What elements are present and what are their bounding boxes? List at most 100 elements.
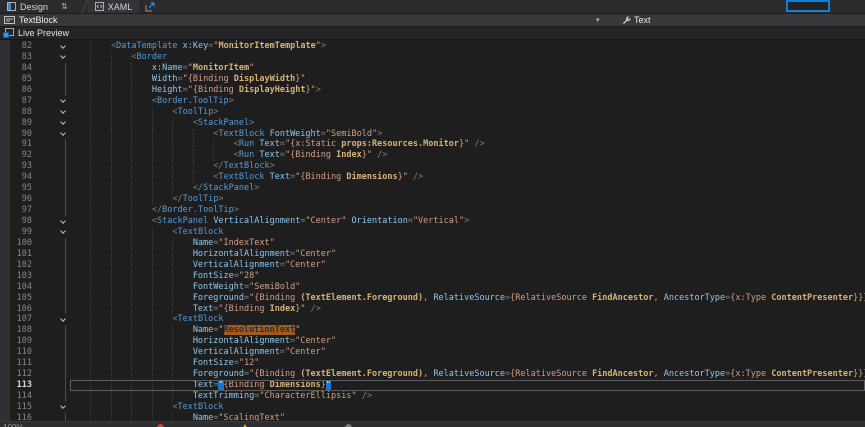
line-number[interactable]: 112 xyxy=(0,369,38,380)
code-text[interactable]: <Border xyxy=(70,52,865,63)
property-selector[interactable]: Text xyxy=(622,14,651,26)
line-number[interactable]: 105 xyxy=(0,293,38,304)
code-text[interactable]: <StackPanel> xyxy=(70,118,865,129)
code-line[interactable]: 92<Run Text="{Binding Index}" /> xyxy=(0,150,865,161)
code-text[interactable]: Name="ResolutionText" xyxy=(70,325,865,336)
code-line[interactable]: 82 <DataTemplate x:Key="MonitorItemTempla… xyxy=(0,41,865,52)
code-text[interactable]: <DataTemplate x:Key="MonitorItemTemplate… xyxy=(70,41,865,52)
fold-chevron-icon[interactable] xyxy=(60,97,66,103)
code-line[interactable]: 83 <Border xyxy=(0,52,865,63)
line-number[interactable]: 96 xyxy=(0,194,38,205)
code-text[interactable]: <Border.ToolTip> xyxy=(70,96,865,107)
line-number[interactable]: 85 xyxy=(0,74,38,85)
fold-chevron-icon[interactable] xyxy=(60,130,66,136)
fold-chevron-icon[interactable] xyxy=(60,43,66,49)
line-number[interactable]: 94 xyxy=(0,172,38,183)
code-line[interactable]: 87 <Border.ToolTip> xyxy=(0,96,865,107)
fold-chevron-icon[interactable] xyxy=(60,218,66,224)
code-text[interactable]: <TextBlock FontWeight="SemiBold"> xyxy=(70,129,865,140)
code-line[interactable]: 84 x:Name="MonitorItem" xyxy=(0,63,865,74)
code-line[interactable]: 105 Foreground="{Binding (TextElement.For… xyxy=(0,293,865,304)
line-number[interactable]: 108 xyxy=(0,325,38,336)
code-text[interactable]: </Border.ToolTip> xyxy=(70,205,865,216)
line-number[interactable]: 107 xyxy=(0,314,38,325)
code-text[interactable]: Width="{Binding DisplayWidth}" xyxy=(70,74,865,85)
line-number[interactable]: 87 xyxy=(0,96,38,107)
code-text[interactable]: FontSize="28" xyxy=(70,271,865,282)
xaml-code-editor[interactable]: 82 <DataTemplate x:Key="MonitorItemTempla… xyxy=(0,40,865,427)
code-line[interactable]: 113Text="{Binding Dimensions}" xyxy=(0,380,865,391)
swap-panes-icon[interactable]: ⇅ xyxy=(55,2,74,11)
code-line[interactable]: 89 <StackPanel> xyxy=(0,118,865,129)
code-text[interactable]: Name="IndexText" xyxy=(70,238,865,249)
code-text[interactable]: <TextBlock xyxy=(70,314,865,325)
code-text[interactable]: <TextBlock Text="{Binding Dimensions}" /… xyxy=(70,172,865,183)
line-number[interactable]: 82 xyxy=(0,41,38,52)
fold-chevron-icon[interactable] xyxy=(60,108,66,114)
line-number[interactable]: 95 xyxy=(0,183,38,194)
code-line[interactable]: 91<Run Text="{x:Static props:Resources.M… xyxy=(0,139,865,150)
line-number[interactable]: 101 xyxy=(0,249,38,260)
code-line[interactable]: 99<TextBlock xyxy=(0,227,865,238)
line-number[interactable]: 86 xyxy=(0,85,38,96)
code-line[interactable]: 102 VerticalAlignment="Center" xyxy=(0,260,865,271)
code-text[interactable]: </ToolTip> xyxy=(70,194,865,205)
code-line[interactable]: 109HorizontalAlignment="Center" xyxy=(0,336,865,347)
code-text[interactable]: Foreground="{Binding (TextElement.Foregr… xyxy=(70,369,865,380)
line-number[interactable]: 110 xyxy=(0,347,38,358)
line-number[interactable]: 104 xyxy=(0,282,38,293)
code-text[interactable]: <Run Text="{Binding Index}" /> xyxy=(70,150,865,161)
code-line[interactable]: 110VerticalAlignment="Center" xyxy=(0,347,865,358)
code-line[interactable]: 101 HorizontalAlignment="Center" xyxy=(0,249,865,260)
code-line[interactable]: 90<TextBlock FontWeight="SemiBold"> xyxy=(0,129,865,140)
line-number[interactable]: 88 xyxy=(0,107,38,118)
code-text[interactable]: Height="{Binding DisplayHeight}"> xyxy=(70,85,865,96)
code-text[interactable]: TextTrimming="CharacterEllipsis" /> xyxy=(70,391,865,402)
code-text[interactable]: Foreground="{Binding (TextElement.Foregr… xyxy=(70,293,865,304)
code-line[interactable]: 103 FontSize="28" xyxy=(0,271,865,282)
code-line[interactable]: 107 <TextBlock xyxy=(0,314,865,325)
code-line[interactable]: 86 Height="{Binding DisplayHeight}"> xyxy=(0,85,865,96)
code-text[interactable]: FontSize="12" xyxy=(70,358,865,369)
line-number[interactable]: 106 xyxy=(0,304,38,315)
code-text[interactable]: Text="{Binding Index}" /> xyxy=(70,304,865,315)
line-number[interactable]: 100 xyxy=(0,238,38,249)
fold-chevron-icon[interactable] xyxy=(60,316,66,322)
code-text[interactable]: <StackPanel VerticalAlignment="Center" O… xyxy=(70,216,865,227)
line-number[interactable]: 89 xyxy=(0,118,38,129)
fold-chevron-icon[interactable] xyxy=(60,119,66,125)
line-number[interactable]: 83 xyxy=(0,52,38,63)
code-line[interactable]: 106 Text="{Binding Index}" /> xyxy=(0,304,865,315)
line-number[interactable]: 99 xyxy=(0,227,38,238)
code-text[interactable]: HorizontalAlignment="Center" xyxy=(70,249,865,260)
code-line[interactable]: 94 <TextBlock Text="{Binding Dimensions}"… xyxy=(0,172,865,183)
fold-chevron-icon[interactable] xyxy=(60,54,66,60)
code-line[interactable]: 85 Width="{Binding DisplayWidth}" xyxy=(0,74,865,85)
breadcrumb[interactable]: TextBlock xyxy=(0,15,58,25)
line-number[interactable]: 103 xyxy=(0,271,38,282)
code-text[interactable]: <Run Text="{x:Static props:Resources.Mon… xyxy=(70,139,865,150)
code-text[interactable]: FontWeight="SemiBold" xyxy=(70,282,865,293)
code-text[interactable]: <TextBlock xyxy=(70,402,865,413)
code-text[interactable]: x:Name="MonitorItem" xyxy=(70,63,865,74)
line-number[interactable]: 102 xyxy=(0,260,38,271)
line-number[interactable]: 111 xyxy=(0,358,38,369)
code-text[interactable]: Text="{Binding Dimensions}" xyxy=(70,380,865,391)
fold-chevron-icon[interactable] xyxy=(60,404,66,410)
line-number[interactable]: 84 xyxy=(0,63,38,74)
popout-icon[interactable] xyxy=(145,2,155,12)
zoom-level[interactable]: 100% xyxy=(3,423,23,427)
code-line[interactable]: 115 <TextBlock xyxy=(0,402,865,413)
code-text[interactable]: </TextBlock> xyxy=(70,161,865,172)
line-number[interactable]: 115 xyxy=(0,402,38,413)
line-number[interactable]: 98 xyxy=(0,216,38,227)
line-number[interactable]: 109 xyxy=(0,336,38,347)
code-text[interactable]: <ToolTip> xyxy=(70,107,865,118)
code-line[interactable]: 112 Foreground="{Binding (TextElement.For… xyxy=(0,369,865,380)
code-line[interactable]: 95</StackPanel> xyxy=(0,183,865,194)
code-line[interactable]: 104 FontWeight="SemiBold" xyxy=(0,282,865,293)
code-line[interactable]: 108 Name="ResolutionText" xyxy=(0,325,865,336)
line-number[interactable]: 93 xyxy=(0,161,38,172)
code-line[interactable]: 98 <StackPanel VerticalAlignment="Center"… xyxy=(0,216,865,227)
code-text[interactable]: VerticalAlignment="Center" xyxy=(70,260,865,271)
